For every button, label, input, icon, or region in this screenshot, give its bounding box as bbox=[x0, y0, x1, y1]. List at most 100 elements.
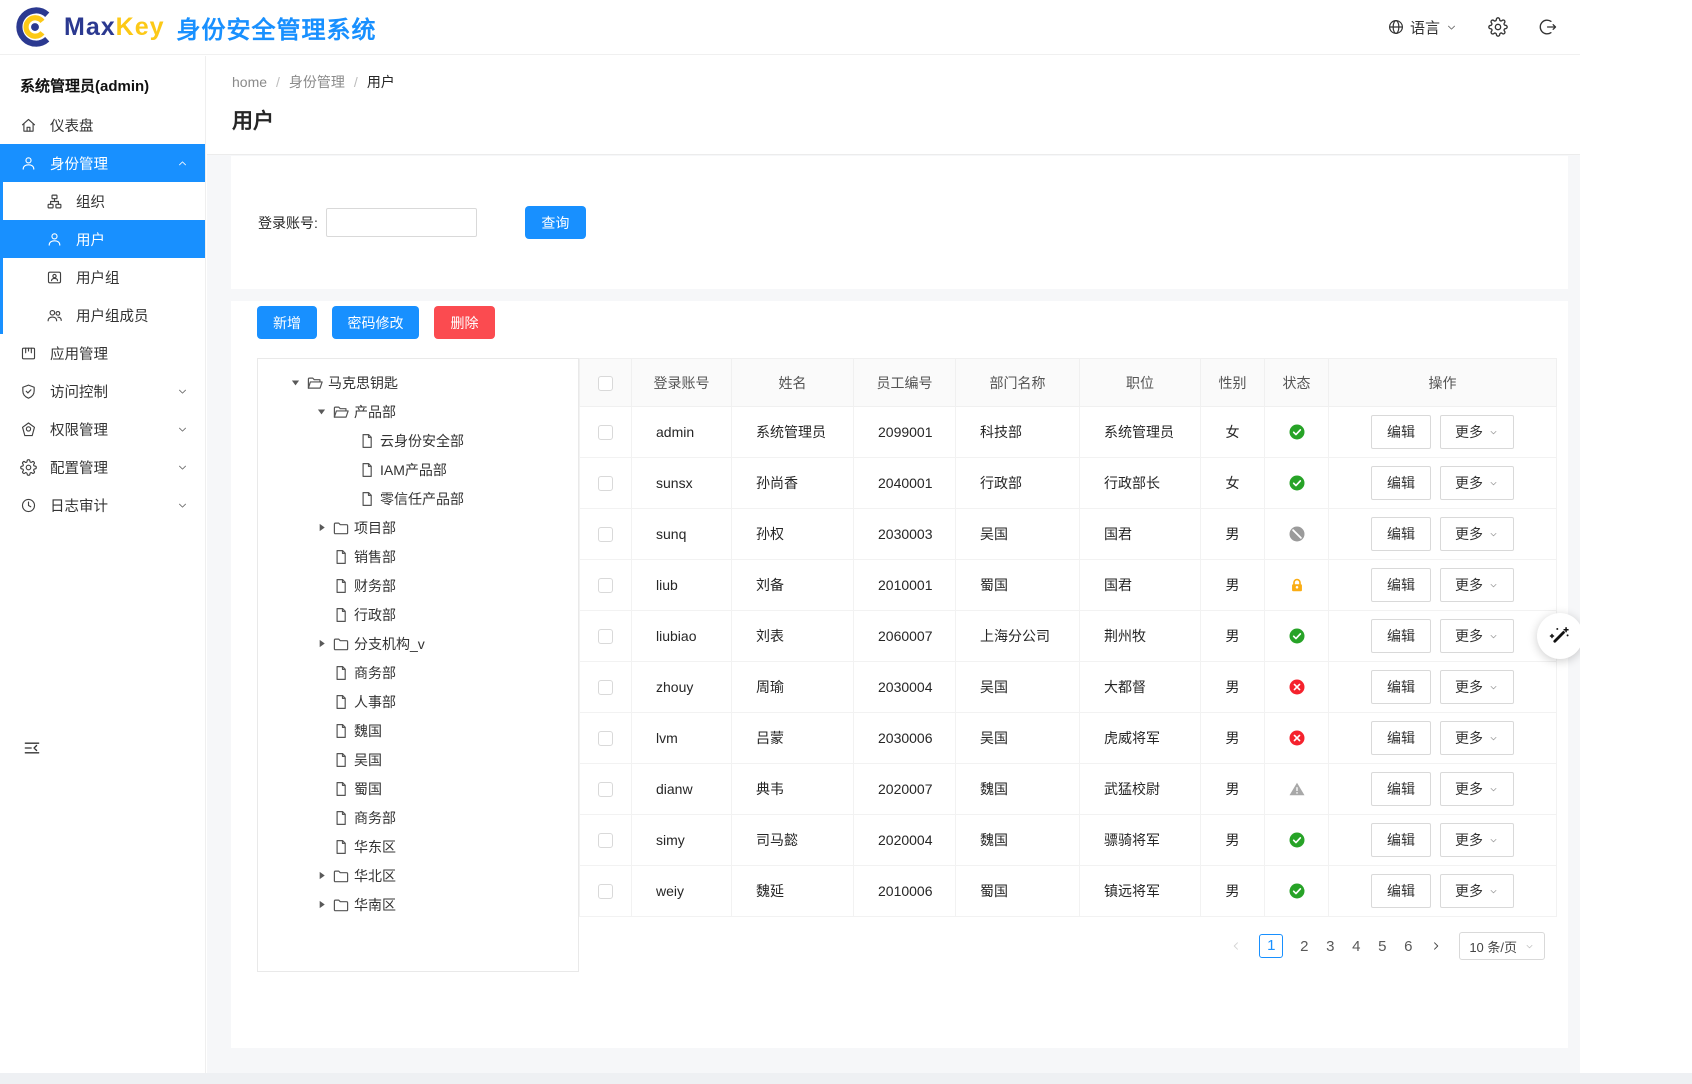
pagination-page-4[interactable]: 4 bbox=[1351, 938, 1361, 955]
sidebar-item-dashboard[interactable]: 仪表盘 bbox=[0, 106, 205, 144]
caret-down-icon[interactable] bbox=[310, 407, 332, 417]
caret-down-icon[interactable] bbox=[284, 378, 306, 388]
sidebar-item-group-members[interactable]: 用户组成员 bbox=[3, 296, 205, 334]
pagination-next-icon[interactable] bbox=[1429, 939, 1443, 953]
more-dropdown-button[interactable]: 更多 bbox=[1440, 874, 1514, 908]
edit-button[interactable]: 编辑 bbox=[1371, 772, 1431, 806]
edit-button[interactable]: 编辑 bbox=[1371, 721, 1431, 755]
row-checkbox[interactable] bbox=[598, 680, 613, 695]
login-account-input[interactable] bbox=[326, 208, 477, 237]
edit-button[interactable]: 编辑 bbox=[1371, 466, 1431, 500]
tree-node[interactable]: 华南区 bbox=[258, 890, 578, 919]
more-dropdown-button[interactable]: 更多 bbox=[1440, 415, 1514, 449]
page-size-select[interactable]: 10 条/页 bbox=[1459, 932, 1545, 960]
edit-button[interactable]: 编辑 bbox=[1371, 619, 1431, 653]
pagination-page-5[interactable]: 5 bbox=[1377, 938, 1387, 955]
tree-node[interactable]: 云身份安全部 bbox=[258, 426, 578, 455]
tree-node[interactable]: 产品部 bbox=[258, 397, 578, 426]
change-password-button[interactable]: 密码修改 bbox=[332, 306, 419, 339]
pagination-prev-icon[interactable] bbox=[1229, 939, 1243, 953]
row-checkbox[interactable] bbox=[598, 527, 613, 542]
pagination-page-1[interactable]: 1 bbox=[1259, 934, 1283, 958]
sidebar-item-organization[interactable]: 组织 bbox=[3, 182, 205, 220]
logout-icon[interactable] bbox=[1538, 17, 1558, 37]
row-checkbox[interactable] bbox=[598, 884, 613, 899]
department-cell: 行政部 bbox=[956, 458, 1080, 509]
tree-node[interactable]: 吴国 bbox=[258, 745, 578, 774]
language-selector[interactable]: 语言 bbox=[1387, 17, 1458, 38]
sidebar-item-user-groups[interactable]: 用户组 bbox=[3, 258, 205, 296]
caret-right-icon[interactable] bbox=[310, 639, 332, 649]
breadcrumb-item-0[interactable]: home bbox=[232, 74, 267, 90]
more-dropdown-button[interactable]: 更多 bbox=[1440, 670, 1514, 704]
edit-button[interactable]: 编辑 bbox=[1371, 568, 1431, 602]
more-dropdown-button[interactable]: 更多 bbox=[1440, 721, 1514, 755]
edit-button[interactable]: 编辑 bbox=[1371, 517, 1431, 551]
status-active-icon bbox=[1288, 882, 1306, 900]
row-checkbox[interactable] bbox=[598, 425, 613, 440]
tree-node-label: 魏国 bbox=[354, 721, 382, 741]
sidebar-item-apps[interactable]: 应用管理 bbox=[0, 334, 205, 372]
sidebar-item-configuration[interactable]: 配置管理 bbox=[0, 448, 205, 486]
more-dropdown-button[interactable]: 更多 bbox=[1440, 823, 1514, 857]
edit-button[interactable]: 编辑 bbox=[1371, 874, 1431, 908]
caret-right-icon[interactable] bbox=[310, 871, 332, 881]
magic-wand-button[interactable] bbox=[1537, 613, 1580, 659]
tree-node[interactable]: 财务部 bbox=[258, 571, 578, 600]
row-checkbox[interactable] bbox=[598, 833, 613, 848]
organization-tree: 马克思钥匙产品部云身份安全部IAM产品部零信任产品部项目部销售部财务部行政部分支… bbox=[257, 358, 579, 972]
add-button[interactable]: 新增 bbox=[257, 306, 317, 339]
checkbox-cell bbox=[580, 866, 632, 917]
tree-node[interactable]: 销售部 bbox=[258, 542, 578, 571]
pagination-page-2[interactable]: 2 bbox=[1299, 938, 1309, 955]
chevron-up-icon bbox=[176, 157, 189, 170]
row-checkbox[interactable] bbox=[598, 578, 613, 593]
caret-right-icon[interactable] bbox=[310, 900, 332, 910]
pagination-page-3[interactable]: 3 bbox=[1325, 938, 1335, 955]
row-checkbox[interactable] bbox=[598, 629, 613, 644]
edit-button[interactable]: 编辑 bbox=[1371, 415, 1431, 449]
gender-cell: 男 bbox=[1201, 509, 1265, 560]
tree-node[interactable]: 零信任产品部 bbox=[258, 484, 578, 513]
query-button[interactable]: 查询 bbox=[525, 206, 586, 239]
sidebar-item-permissions[interactable]: 权限管理 bbox=[0, 410, 205, 448]
tree-node[interactable]: 蜀国 bbox=[258, 774, 578, 803]
tree-node[interactable]: 行政部 bbox=[258, 600, 578, 629]
tree-node-label: 产品部 bbox=[354, 402, 396, 422]
more-dropdown-button[interactable]: 更多 bbox=[1440, 568, 1514, 602]
sidebar-item-users[interactable]: 用户 bbox=[3, 220, 205, 258]
breadcrumb-item-1[interactable]: 身份管理 bbox=[289, 72, 345, 92]
sidebar-item-audit-log[interactable]: 日志审计 bbox=[0, 486, 205, 524]
more-dropdown-button[interactable]: 更多 bbox=[1440, 619, 1514, 653]
sidebar-item-access-control[interactable]: 访问控制 bbox=[0, 372, 205, 410]
caret-right-icon[interactable] bbox=[310, 523, 332, 533]
breadcrumb-item-2: 用户 bbox=[367, 72, 395, 92]
tree-node[interactable]: 华北区 bbox=[258, 861, 578, 890]
tree-node[interactable]: 项目部 bbox=[258, 513, 578, 542]
menu-fold-icon[interactable] bbox=[22, 738, 42, 758]
tree-node[interactable]: 商务部 bbox=[258, 658, 578, 687]
more-dropdown-button[interactable]: 更多 bbox=[1440, 772, 1514, 806]
pagination-page-6[interactable]: 6 bbox=[1403, 938, 1413, 955]
edit-button[interactable]: 编辑 bbox=[1371, 670, 1431, 704]
edit-button[interactable]: 编辑 bbox=[1371, 823, 1431, 857]
row-checkbox[interactable] bbox=[598, 731, 613, 746]
settings-gear-icon[interactable] bbox=[1488, 17, 1508, 37]
more-dropdown-button[interactable]: 更多 bbox=[1440, 517, 1514, 551]
tree-node[interactable]: 华东区 bbox=[258, 832, 578, 861]
sidebar-item-identity[interactable]: 身份管理 bbox=[3, 144, 205, 182]
caret-placeholder bbox=[310, 784, 332, 794]
position-cell: 国君 bbox=[1080, 560, 1201, 611]
tree-node[interactable]: 魏国 bbox=[258, 716, 578, 745]
tree-node[interactable]: 人事部 bbox=[258, 687, 578, 716]
tree-node[interactable]: 商务部 bbox=[258, 803, 578, 832]
row-checkbox[interactable] bbox=[598, 782, 613, 797]
select-all-checkbox[interactable] bbox=[598, 376, 613, 391]
delete-button[interactable]: 删除 bbox=[434, 306, 495, 339]
logo[interactable]: Max Key 身份安全管理系统 bbox=[14, 6, 377, 48]
more-dropdown-button[interactable]: 更多 bbox=[1440, 466, 1514, 500]
row-checkbox[interactable] bbox=[598, 476, 613, 491]
tree-node[interactable]: 马克思钥匙 bbox=[258, 368, 578, 397]
tree-node[interactable]: 分支机构_v bbox=[258, 629, 578, 658]
tree-node[interactable]: IAM产品部 bbox=[258, 455, 578, 484]
